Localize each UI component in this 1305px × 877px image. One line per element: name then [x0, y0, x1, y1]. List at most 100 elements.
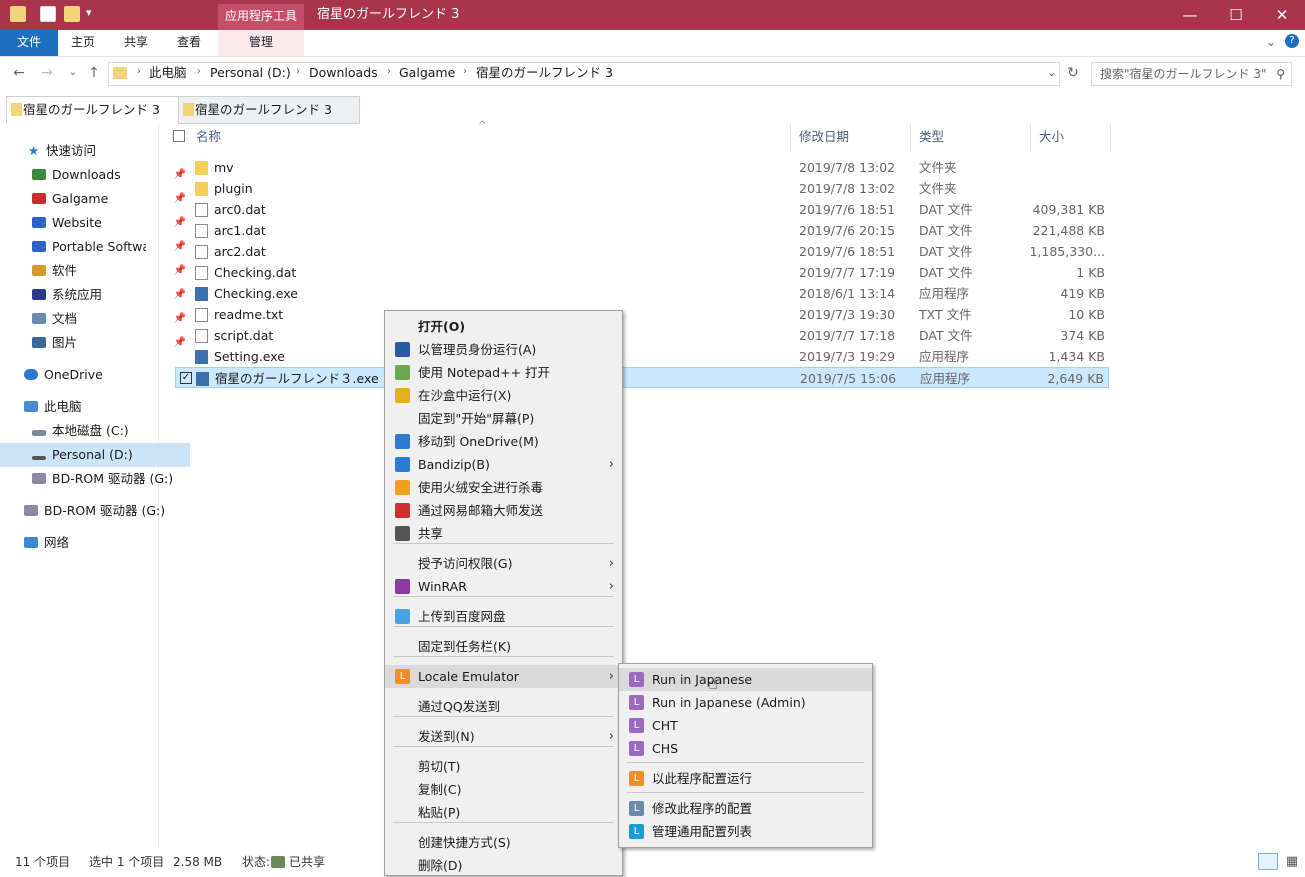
breadcrumb-downloads[interactable]: Downloads [309, 63, 378, 83]
file-row[interactable]: arc2.dat 2019/7/6 18:51 DAT 文件 1,185,330... [175, 241, 1109, 262]
nav-quick-access[interactable]: ★ 快速访问 [0, 139, 186, 163]
back-arrow-icon[interactable]: ← [8, 62, 30, 84]
folder-tab-inactive[interactable]: 宿星のガールフレンド 3 [178, 96, 360, 124]
context-menu-item[interactable]: 共享 [385, 522, 622, 545]
nav-quick-item[interactable]: 图片 📌 [0, 331, 190, 355]
chevron-right-icon[interactable]: › [197, 66, 201, 77]
drive-icon [32, 430, 46, 436]
file-row[interactable]: Setting.exe 2019/7/3 19:29 应用程序 1,434 KB [175, 346, 1109, 367]
submenu-item[interactable]: L 修改此程序的配置 [619, 797, 872, 820]
chevron-right-icon[interactable]: › [387, 66, 391, 77]
context-menu-item[interactable]: 打开(O) [385, 315, 622, 338]
new-folder-icon[interactable] [64, 6, 80, 22]
file-row[interactable]: plugin 2019/7/8 13:02 文件夹 [175, 178, 1109, 199]
column-header-name[interactable]: 名称 [196, 128, 221, 146]
chevron-right-icon[interactable]: › [137, 66, 141, 77]
nav-quick-item[interactable]: 软件 📌 [0, 259, 190, 283]
column-header-size[interactable]: 大小 [1039, 128, 1064, 146]
breadcrumb-drive[interactable]: Personal (D:) [210, 63, 291, 83]
chevron-right-icon[interactable]: › [296, 66, 300, 77]
details-view-icon[interactable] [1258, 853, 1278, 870]
file-row[interactable]: ✓ 宿星のガールフレンド３.exe 2019/7/5 15:06 应用程序 2,649 … [175, 367, 1109, 388]
breadcrumb-this-pc[interactable]: 此电脑 [149, 63, 187, 83]
file-row[interactable]: arc0.dat 2019/7/6 18:51 DAT 文件 409,381 KB [175, 199, 1109, 220]
context-menu-item[interactable]: 固定到任务栏(K) [385, 635, 622, 658]
expand-ribbon-icon[interactable]: ⌄ [1266, 35, 1276, 49]
file-row[interactable]: arc1.dat 2019/7/6 20:15 DAT 文件 221,488 KB [175, 220, 1109, 241]
submenu-item[interactable]: L Run in Japanese [619, 668, 872, 691]
customize-qat-icon[interactable]: ▾ [86, 6, 92, 19]
context-menu-item[interactable]: WinRAR › [385, 575, 622, 598]
nav-quick-item[interactable]: Galgame 📌 [0, 187, 190, 211]
context-menu-item[interactable]: 移动到 OneDrive(M) [385, 430, 622, 453]
minimize-button[interactable]: — [1167, 0, 1213, 30]
context-menu-item[interactable]: 粘贴(P) [385, 801, 622, 824]
file-icon [195, 308, 208, 322]
context-menu-item[interactable]: 通过QQ发送到 [385, 695, 622, 718]
tab-manage[interactable]: 管理 [218, 30, 304, 56]
tab-share[interactable]: 共享 [115, 30, 157, 56]
breadcrumb-galgame[interactable]: Galgame [399, 63, 455, 83]
context-menu-item[interactable]: 上传到百度网盘 [385, 605, 622, 628]
search-icon[interactable]: ⚲ [1276, 63, 1285, 85]
submenu-item[interactable]: L Run in Japanese (Admin) [619, 691, 872, 714]
file-row[interactable]: mv 2019/7/8 13:02 文件夹 [175, 157, 1109, 178]
help-icon[interactable]: ? [1285, 34, 1299, 48]
nav-this-pc[interactable]: 此电脑 [0, 395, 182, 419]
recent-locations-icon[interactable]: ⌄ [62, 62, 84, 84]
nav-quick-item[interactable]: Portable Software📌 [0, 235, 190, 259]
nav-quick-item[interactable]: 系统应用 📌 [0, 283, 190, 307]
nav-quick-item[interactable]: Website 📌 [0, 211, 190, 235]
file-row[interactable]: Checking.exe 2018/6/1 13:14 应用程序 419 KB [175, 283, 1109, 304]
nav-quick-item[interactable]: 文档 📌 [0, 307, 190, 331]
file-row[interactable]: script.dat 2019/7/7 17:18 DAT 文件 374 KB [175, 325, 1109, 346]
search-input[interactable]: 搜索"宿星のガールフレンド 3" ⚲ [1091, 62, 1292, 86]
nav-bd-rom[interactable]: BD-ROM 驱动器 (G:) [0, 499, 182, 523]
nav-quick-item[interactable]: Downloads 📌 [0, 163, 190, 187]
breadcrumb-current[interactable]: 宿星のガールフレンド 3 [476, 63, 613, 83]
context-menu-item[interactable]: 发送到(N) › [385, 725, 622, 748]
tab-home[interactable]: 主页 [62, 30, 104, 56]
nav-drive-c[interactable]: 本地磁盘 (C:) [0, 419, 190, 443]
context-menu-item[interactable]: Bandizip(B) › [385, 453, 622, 476]
column-header-date[interactable]: 修改日期 [799, 128, 849, 146]
tab-file[interactable]: 文件 [0, 30, 58, 56]
forward-arrow-icon[interactable]: → [36, 62, 58, 84]
address-bar[interactable]: › 此电脑 › Personal (D:) › Downloads › Galg… [108, 62, 1060, 86]
submenu-item[interactable]: L CHT [619, 714, 872, 737]
select-all-checkbox[interactable] [173, 130, 185, 142]
nav-network[interactable]: 网络 [0, 531, 182, 555]
chevron-right-icon[interactable]: › [463, 66, 467, 77]
nav-drive-d[interactable]: Personal (D:) [0, 443, 190, 467]
maximize-button[interactable]: ☐ [1213, 0, 1259, 30]
refresh-icon[interactable]: ↻ [1063, 63, 1083, 83]
close-button[interactable]: ✕ [1259, 0, 1305, 30]
nav-onedrive[interactable]: OneDrive [0, 363, 182, 387]
folder-tab-active[interactable]: 宿星のガールフレンド 3 [6, 96, 184, 123]
submenu-item[interactable]: L 管理通用配置列表 [619, 820, 872, 843]
context-menu-item[interactable]: L Locale Emulator › [385, 665, 622, 688]
file-row[interactable]: readme.txt 2019/7/3 19:30 TXT 文件 10 KB [175, 304, 1109, 325]
large-icons-view-icon[interactable]: ▦ [1283, 853, 1301, 870]
row-checkbox[interactable]: ✓ [180, 372, 192, 384]
submenu-item[interactable]: L 以此程序配置运行 [619, 767, 872, 790]
context-menu-item[interactable]: 固定到"开始"屏幕(P) [385, 407, 622, 430]
context-menu-item[interactable]: 在沙盒中运行(X) [385, 384, 622, 407]
nav-drive-g[interactable]: BD-ROM 驱动器 (G:) [0, 467, 190, 491]
context-menu-item[interactable]: 通过网易邮箱大师发送 [385, 499, 622, 522]
file-icon [195, 224, 208, 238]
file-row[interactable]: Checking.dat 2019/7/7 17:19 DAT 文件 1 KB [175, 262, 1109, 283]
context-menu-item[interactable]: 使用 Notepad++ 打开 [385, 361, 622, 384]
context-menu-item[interactable]: 授予访问权限(G) › [385, 552, 622, 575]
context-menu-item[interactable]: 使用火绒安全进行杀毒 [385, 476, 622, 499]
address-dropdown-icon[interactable]: ⌄ [1047, 66, 1056, 79]
tab-view[interactable]: 查看 [168, 30, 210, 56]
context-menu-item[interactable]: 剪切(T) [385, 755, 622, 778]
context-menu-item[interactable]: 复制(C) [385, 778, 622, 801]
properties-icon[interactable] [40, 6, 56, 22]
folder-icon [10, 6, 26, 22]
up-arrow-icon[interactable]: ↑ [83, 62, 105, 84]
submenu-item[interactable]: L CHS [619, 737, 872, 760]
context-menu-item[interactable]: 以管理员身份运行(A) [385, 338, 622, 361]
column-header-type[interactable]: 类型 [919, 128, 944, 146]
